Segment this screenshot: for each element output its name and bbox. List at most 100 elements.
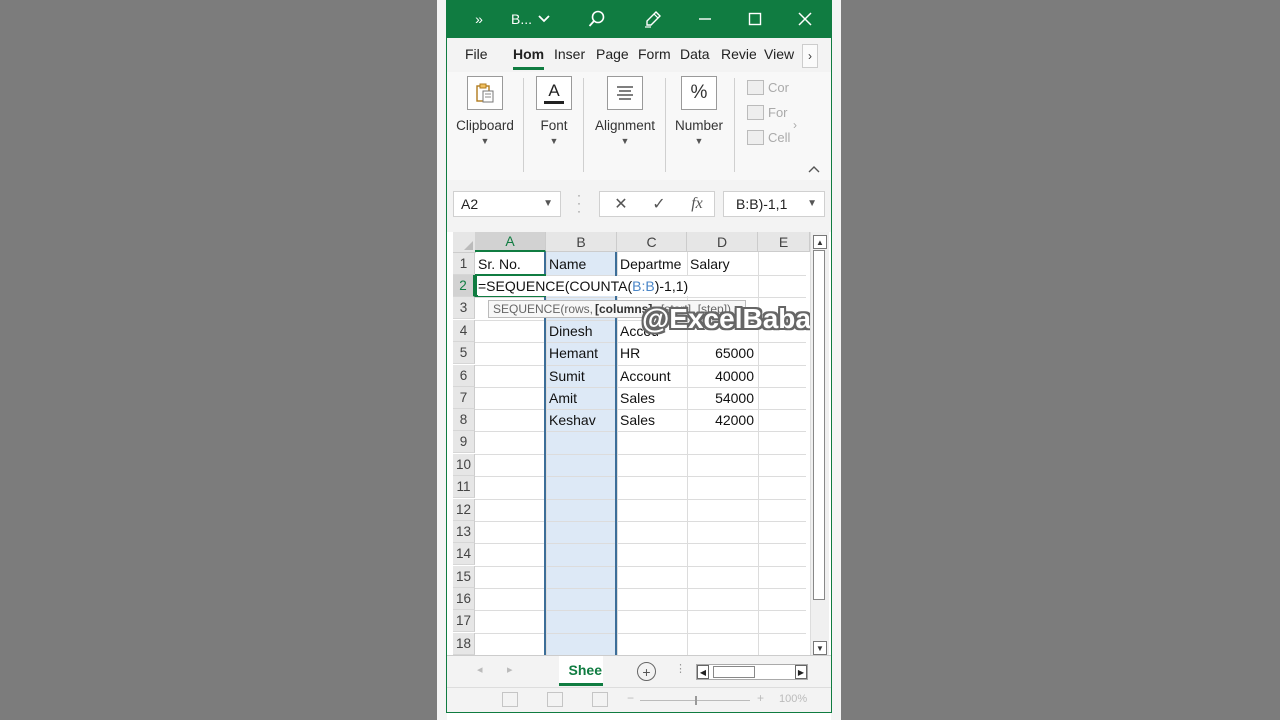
formula-input[interactable]: B:B)-1,1 ▼ [723, 191, 825, 217]
number-group[interactable]: % Number ▼ [671, 76, 727, 146]
close-icon[interactable] [793, 0, 817, 38]
cell-b7[interactable]: Amit [546, 387, 617, 409]
enter-icon[interactable]: ✓ [644, 192, 674, 216]
formula-bar-resize-handle[interactable]: · · · [577, 189, 581, 217]
tab-file[interactable]: File [465, 46, 495, 62]
row-header-11[interactable]: 11 [453, 476, 475, 498]
alignment-group[interactable]: Alignment ▼ [590, 76, 660, 146]
collapse-ribbon-icon[interactable] [808, 162, 820, 176]
scroll-left-icon[interactable]: ◀ [697, 665, 709, 679]
cell-styles-button[interactable]: Cell [747, 130, 790, 145]
more-commands-icon[interactable]: » [467, 0, 491, 38]
row-header-17[interactable]: 17 [453, 610, 475, 632]
search-icon[interactable] [585, 0, 609, 38]
row-header-5[interactable]: 5 [453, 342, 475, 364]
page-layout-view-icon[interactable] [547, 692, 563, 707]
column-header-e[interactable]: E [758, 232, 810, 252]
row-header-1[interactable]: 1 [453, 253, 475, 275]
zoom-in-icon[interactable]: + [757, 691, 764, 705]
scroll-down-icon[interactable]: ▼ [813, 641, 827, 655]
tab-insert[interactable]: Inser [554, 46, 587, 62]
sheet-tab-sheet1[interactable]: Shee [559, 656, 603, 686]
column-header-a[interactable]: A [475, 232, 546, 252]
cell-d5[interactable]: 65000 [687, 342, 758, 364]
gridline [475, 431, 806, 432]
tabs-scroll-right-button[interactable]: › [802, 44, 818, 68]
normal-view-icon[interactable] [502, 692, 518, 707]
cell-c5[interactable]: HR [617, 342, 687, 364]
chevron-down-icon: ▼ [543, 198, 553, 209]
horizontal-scrollbar[interactable]: ◀ ▶ [696, 664, 808, 680]
row-header-16[interactable]: 16 [453, 588, 475, 610]
tab-formulas[interactable]: Form [638, 46, 672, 62]
name-box[interactable]: A2 ▼ [453, 191, 561, 217]
row-header-12[interactable]: 12 [453, 499, 475, 521]
clipboard-group[interactable]: Clipboard ▼ [453, 76, 517, 146]
row-header-4[interactable]: 4 [453, 320, 475, 342]
align-icon [607, 76, 643, 110]
font-group[interactable]: A Font ▼ [531, 76, 577, 146]
row-header-10[interactable]: 10 [453, 454, 475, 476]
row-header-13[interactable]: 13 [453, 521, 475, 543]
cell-d6[interactable]: 40000 [687, 365, 758, 387]
maximize-icon[interactable] [743, 0, 767, 38]
cell-b8[interactable]: Keshav [546, 409, 617, 431]
scroll-right-icon[interactable]: ▶ [795, 665, 807, 679]
row-header-3[interactable]: 3 [453, 297, 475, 319]
cell-d1[interactable]: Salary [687, 253, 758, 275]
next-sheet-icon[interactable]: ▸ [507, 663, 513, 676]
row-header-8[interactable]: 8 [453, 409, 475, 431]
gridline [475, 566, 806, 567]
zoom-level[interactable]: 100% [779, 693, 807, 705]
row-header-6[interactable]: 6 [453, 365, 475, 387]
in-cell-formula-editor[interactable]: =SEQUENCE(COUNTA(B:B)-1,1) [478, 276, 692, 296]
insert-function-icon[interactable]: fx [682, 192, 712, 216]
cell-c6[interactable]: Account [617, 365, 687, 387]
cell-c8[interactable]: Sales [617, 409, 687, 431]
document-title[interactable]: B... [511, 0, 557, 38]
add-sheet-icon[interactable]: + [637, 662, 656, 681]
horizontal-scroll-thumb[interactable] [713, 666, 755, 678]
cell-d8[interactable]: 42000 [687, 409, 758, 431]
cell-a1[interactable]: Sr. No. [475, 253, 546, 275]
minimize-icon[interactable] [693, 0, 717, 38]
cell-d7[interactable]: 54000 [687, 387, 758, 409]
zoom-slider-thumb[interactable] [695, 696, 697, 705]
row-header-18[interactable]: 18 [453, 633, 475, 655]
cell-b6[interactable]: Sumit [546, 365, 617, 387]
cell-b1[interactable]: Name [546, 253, 617, 275]
row-header-14[interactable]: 14 [453, 543, 475, 565]
cell-b5[interactable]: Hemant [546, 342, 617, 364]
row-header-9[interactable]: 9 [453, 431, 475, 453]
tab-view[interactable]: View [764, 46, 797, 62]
select-all-button[interactable] [453, 232, 476, 253]
worksheet-grid[interactable]: A B C D E 1 2 3 4 5 6 7 8 9 10 11 12 13 … [447, 232, 831, 655]
cell-c1[interactable]: Departme [617, 253, 687, 275]
scroll-up-icon[interactable]: ▲ [813, 235, 827, 249]
page-break-view-icon[interactable] [592, 692, 608, 707]
row-header-2[interactable]: 2 [453, 275, 475, 297]
cancel-icon[interactable]: ✕ [606, 192, 636, 216]
vertical-scrollbar[interactable]: ▲ ▼ [810, 232, 829, 655]
column-header-d[interactable]: D [687, 232, 758, 252]
cell-b4[interactable]: Dinesh [546, 320, 617, 342]
tab-review[interactable]: Revie [721, 46, 756, 62]
conditional-formatting-button[interactable]: Cor [747, 80, 789, 95]
previous-sheet-icon[interactable]: ◂ [477, 663, 483, 676]
pen-icon[interactable] [641, 0, 665, 38]
tab-data[interactable]: Data [680, 46, 712, 62]
ribbon: Clipboard ▼ A Font ▼ Alignment ▼ % Numbe… [447, 72, 831, 181]
tab-home[interactable]: Hom [513, 46, 546, 62]
ribbon-separator [734, 78, 735, 172]
ribbon-more-icon[interactable]: › [793, 118, 797, 132]
column-header-b[interactable]: B [546, 232, 617, 252]
cell-c7[interactable]: Sales [617, 387, 687, 409]
zoom-out-icon[interactable]: − [627, 691, 634, 705]
vertical-scroll-thumb[interactable] [813, 250, 825, 600]
column-header-c[interactable]: C [617, 232, 687, 252]
row-header-7[interactable]: 7 [453, 387, 475, 409]
sheet-bar-divider-icon[interactable]: ⋮ [675, 662, 686, 675]
tab-page-layout[interactable]: Page [596, 46, 630, 62]
row-header-15[interactable]: 15 [453, 566, 475, 588]
format-as-table-button[interactable]: For [747, 105, 788, 120]
